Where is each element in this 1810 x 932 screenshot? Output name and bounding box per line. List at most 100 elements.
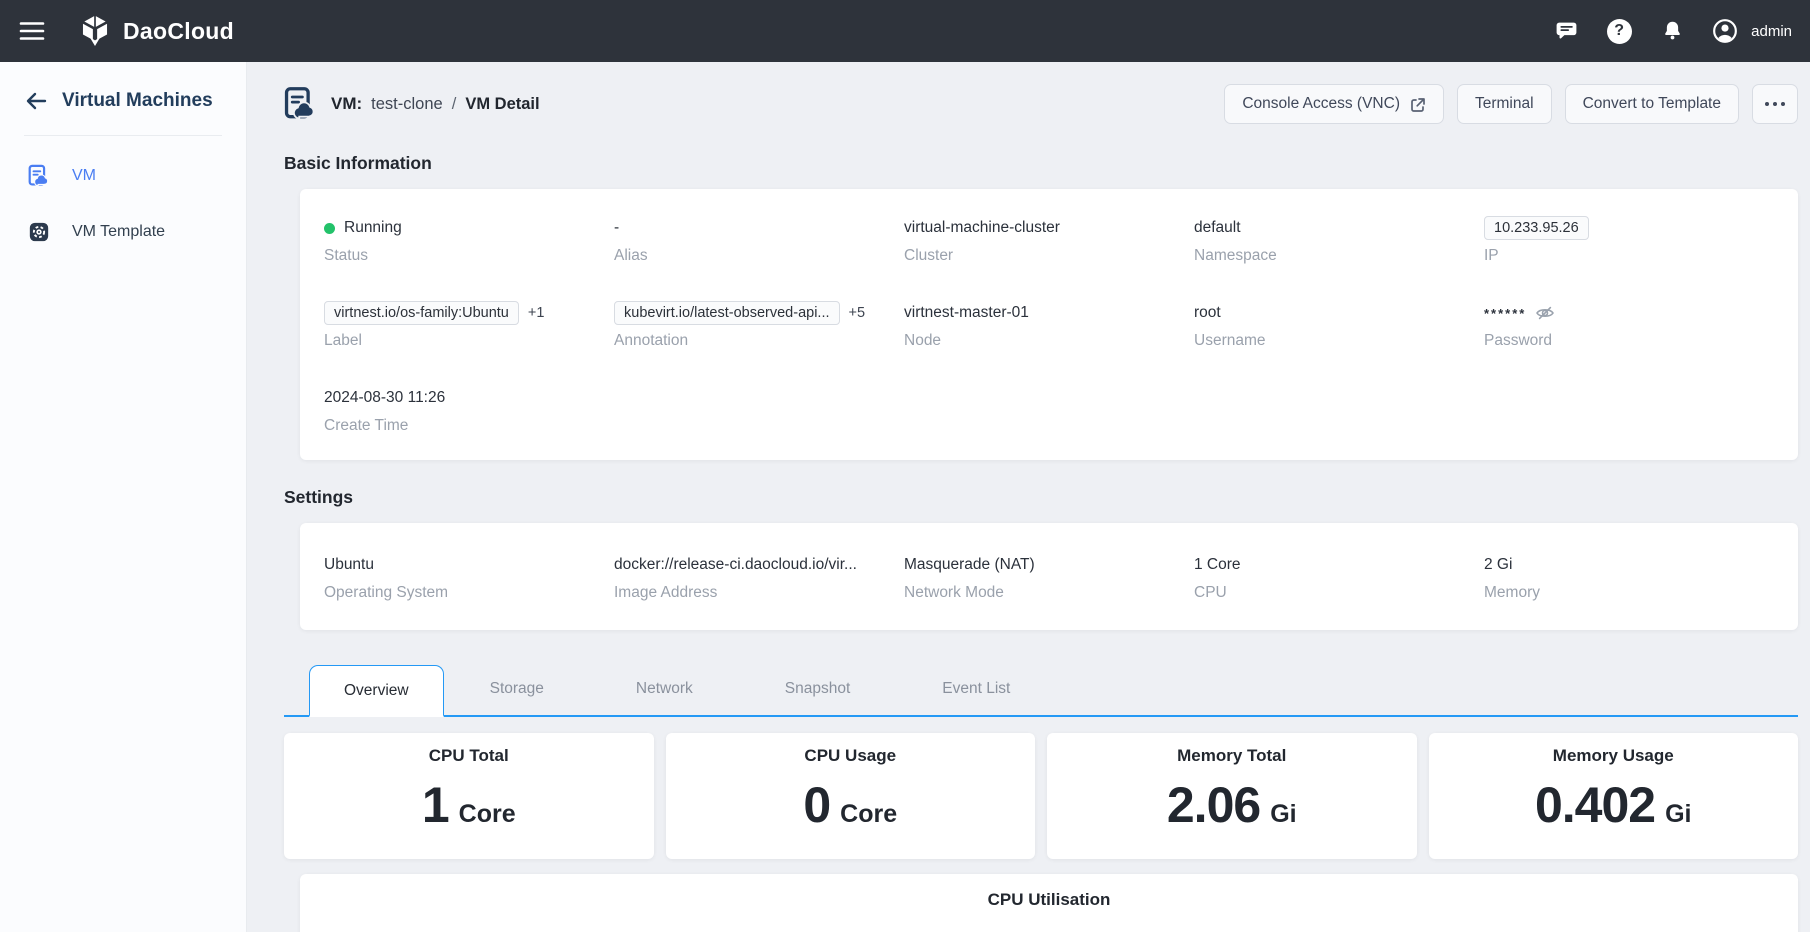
tab-snapshot[interactable]: Snapshot	[739, 663, 897, 715]
field-node: virtnest-master-01 Node	[904, 301, 1194, 350]
sidebar-title: Virtual Machines	[62, 90, 213, 112]
label-more-badge[interactable]: +1	[528, 305, 545, 321]
cpu-total-unit: Core	[459, 800, 516, 829]
question-mark-icon: ?	[1607, 19, 1632, 44]
memory-usage-unit: Gi	[1665, 800, 1691, 829]
hamburger-icon	[19, 21, 45, 41]
label-chip: virtnest.io/os-family:Ubuntu	[324, 301, 519, 325]
sidebar: Virtual Machines VM VM Template	[0, 62, 247, 932]
field-status: Running Status	[324, 216, 614, 265]
cpu-utilisation-card: CPU Utilisation	[300, 874, 1798, 932]
field-image-address: docker://release-ci.daocloud.io/vir... I…	[614, 553, 904, 602]
annotation-chip: kubevirt.io/latest-observed-api...	[614, 301, 840, 325]
node-label: Node	[904, 332, 1194, 350]
settings-heading: Settings	[284, 487, 1798, 508]
field-namespace: default Namespace	[1194, 216, 1484, 265]
sidebar-item-vm-label: VM	[72, 167, 96, 185]
memory-value: 2 Gi	[1484, 553, 1774, 577]
password-label: Password	[1484, 332, 1774, 350]
cpu-value: 1 Core	[1194, 553, 1484, 577]
field-ip: 10.233.95.26 IP	[1484, 216, 1774, 265]
console-access-vnc-button[interactable]: Console Access (VNC)	[1224, 84, 1444, 124]
user-avatar[interactable]	[1712, 18, 1738, 44]
cluster-value: virtual-machine-cluster	[904, 216, 1194, 240]
field-cluster: virtual-machine-cluster Cluster	[904, 216, 1194, 265]
help-button[interactable]: ?	[1606, 18, 1632, 44]
more-actions-button[interactable]	[1752, 84, 1798, 124]
field-alias: - Alias	[614, 216, 904, 265]
cpu-label: CPU	[1194, 584, 1484, 602]
image-address-value: docker://release-ci.daocloud.io/vir...	[614, 553, 904, 577]
main-content: VM: test-clone / VM Detail Console Acces…	[247, 62, 1810, 932]
annotation-more-badge[interactable]: +5	[849, 305, 866, 321]
sidebar-item-vm-template[interactable]: VM Template	[0, 204, 246, 260]
field-password: ****** Password	[1484, 301, 1774, 350]
ellipsis-icon	[1765, 102, 1769, 106]
network-mode-value: Masquerade (NAT)	[904, 553, 1194, 577]
breadcrumb-vm-name: test-clone	[371, 95, 443, 114]
convert-to-template-button[interactable]: Convert to Template	[1565, 84, 1739, 124]
brand-name: DaoCloud	[123, 18, 234, 45]
tab-event-list[interactable]: Event List	[896, 663, 1056, 715]
terminal-label: Terminal	[1475, 95, 1534, 113]
breadcrumb: VM: test-clone / VM Detail	[331, 94, 540, 114]
sidebar-divider	[24, 135, 222, 136]
stat-card-memory-usage: Memory Usage 0.402 Gi	[1429, 733, 1799, 859]
stat-card-cpu-usage: CPU Usage 0 Core	[666, 733, 1036, 859]
annotation-label: Annotation	[614, 332, 904, 350]
create-time-label: Create Time	[324, 417, 614, 435]
field-cpu: 1 Core CPU	[1194, 553, 1484, 602]
breadcrumb-page-title: VM Detail	[465, 95, 539, 114]
sidebar-item-vm-template-label: VM Template	[72, 223, 165, 241]
status-dot-icon	[324, 223, 335, 234]
breadcrumb-vm-label: VM:	[331, 94, 362, 114]
memory-usage-value: 0.402	[1535, 780, 1655, 830]
back-arrow-icon[interactable]	[24, 89, 48, 113]
node-value: virtnest-master-01	[904, 301, 1194, 325]
field-memory: 2 Gi Memory	[1484, 553, 1774, 602]
notifications-button[interactable]	[1659, 18, 1685, 44]
cluster-label: Cluster	[904, 247, 1194, 265]
message-icon	[1554, 19, 1579, 44]
ip-chip: 10.233.95.26	[1484, 216, 1589, 240]
tab-storage[interactable]: Storage	[444, 663, 590, 715]
password-visibility-toggle[interactable]	[1535, 303, 1555, 323]
status-label: Status	[324, 247, 614, 265]
vm-template-icon	[28, 221, 50, 243]
avatar-icon	[1712, 16, 1738, 46]
eye-off-icon	[1535, 303, 1555, 323]
create-time-value: 2024-08-30 11:26	[324, 386, 614, 410]
memory-total-title: Memory Total	[1047, 746, 1417, 766]
label-label: Label	[324, 332, 614, 350]
cpu-utilisation-title: CPU Utilisation	[300, 890, 1798, 910]
bell-icon	[1660, 19, 1685, 44]
field-os: Ubuntu Operating System	[324, 553, 614, 602]
vm-detail-doc-cloud-icon	[284, 86, 317, 122]
messages-button[interactable]	[1553, 18, 1579, 44]
network-mode-label: Network Mode	[904, 584, 1194, 602]
basic-information-card: Running Status - Alias virtual-machine-c…	[300, 189, 1798, 460]
tab-network[interactable]: Network	[590, 663, 739, 715]
namespace-value: default	[1194, 216, 1484, 240]
stat-card-memory-total: Memory Total 2.06 Gi	[1047, 733, 1417, 859]
external-link-icon	[1409, 96, 1426, 113]
vm-doc-cloud-icon	[28, 164, 50, 188]
terminal-button[interactable]: Terminal	[1457, 84, 1552, 124]
cpu-total-value: 1	[422, 780, 449, 830]
settings-card: Ubuntu Operating System docker://release…	[300, 523, 1798, 630]
cpu-usage-title: CPU Usage	[666, 746, 1036, 766]
namespace-label: Namespace	[1194, 247, 1484, 265]
stat-card-cpu-total: CPU Total 1 Core	[284, 733, 654, 859]
top-navbar: DaoCloud ? admin	[0, 0, 1810, 62]
detail-tabs: Overview Storage Network Snapshot Event …	[284, 663, 1798, 717]
hamburger-menu-button[interactable]	[0, 0, 64, 62]
ip-label: IP	[1484, 247, 1774, 265]
tab-overview[interactable]: Overview	[309, 665, 444, 717]
status-value: Running	[344, 219, 402, 237]
cpu-total-title: CPU Total	[284, 746, 654, 766]
username-label[interactable]: admin	[1751, 23, 1792, 40]
username-value: root	[1194, 301, 1484, 325]
sidebar-item-vm[interactable]: VM	[0, 148, 246, 204]
console-access-label: Console Access (VNC)	[1242, 95, 1400, 113]
daocloud-logo-icon	[78, 14, 112, 48]
